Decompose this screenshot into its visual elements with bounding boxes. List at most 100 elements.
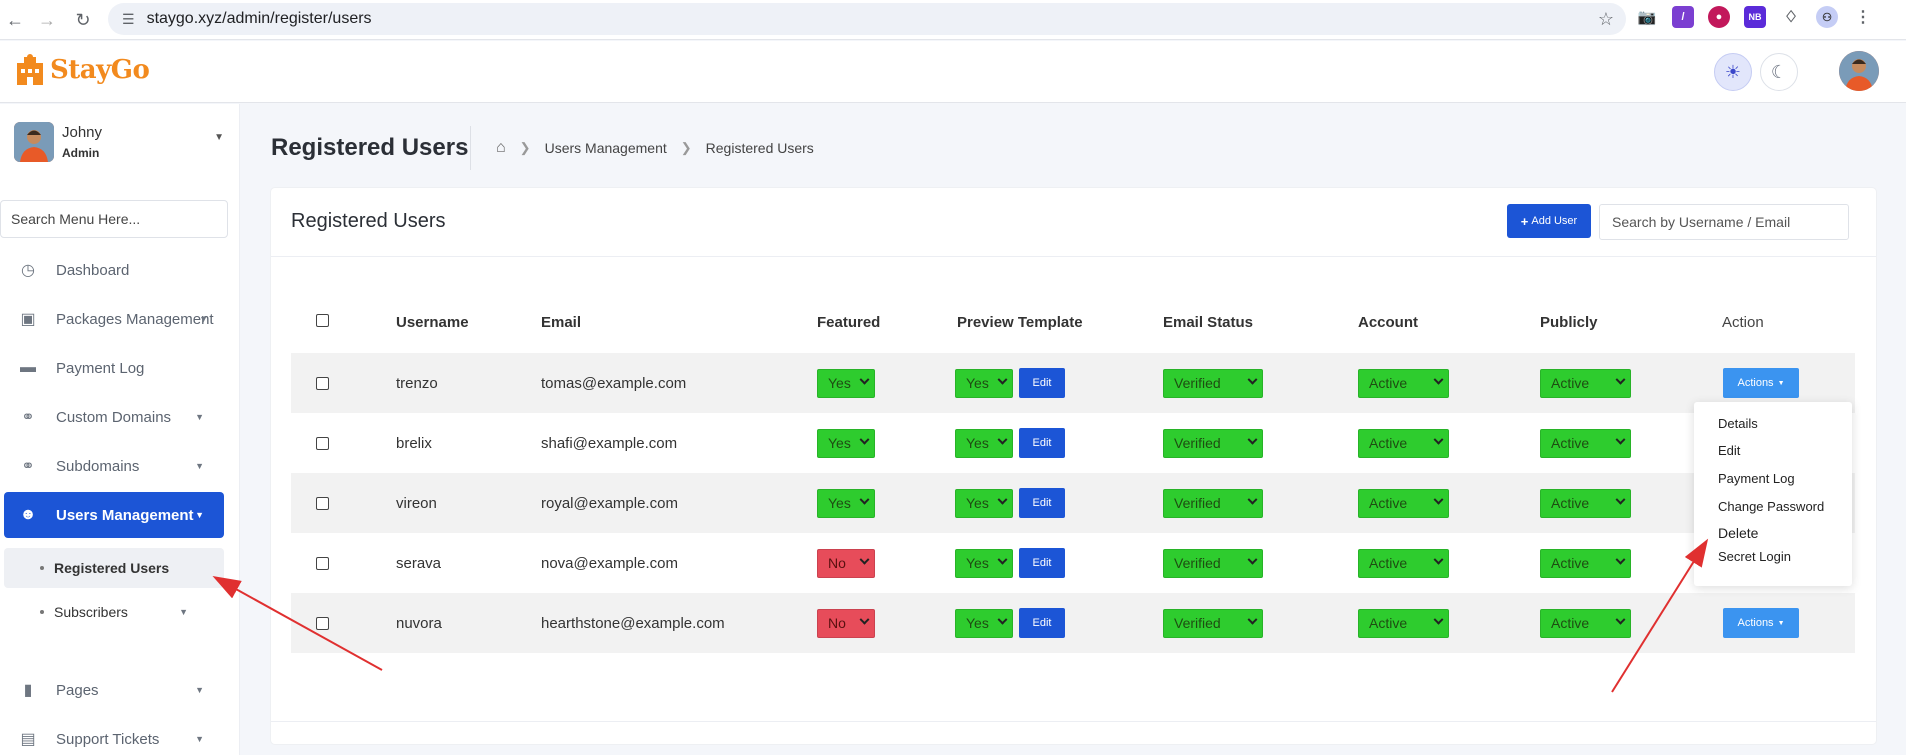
forward-icon[interactable]: → <box>32 5 62 35</box>
email-cell: royal@example.com <box>541 494 678 512</box>
logo[interactable]: StayGo <box>14 53 150 87</box>
reload-icon[interactable]: ↻ <box>68 5 98 35</box>
header-avatar[interactable] <box>1839 51 1879 91</box>
chevron-down-icon <box>859 554 870 565</box>
email-status-select[interactable]: Verified <box>1163 428 1263 458</box>
sidebar-subitem-registered-users[interactable]: Registered Users <box>4 548 224 588</box>
logo-icon <box>17 54 43 85</box>
menu-item-edit[interactable]: Edit <box>1718 443 1740 458</box>
address-bar[interactable]: ☰ staygo.xyz/admin/register/users ☆ <box>108 3 1626 35</box>
account-select[interactable]: Active <box>1358 428 1449 458</box>
email-status-select[interactable]: Verified <box>1163 548 1263 578</box>
add-user-button[interactable]: + Add User <box>1507 204 1591 238</box>
account-select[interactable]: Active <box>1358 608 1449 638</box>
featured-select[interactable]: Yes <box>817 488 875 518</box>
preview-select[interactable]: Yes <box>955 548 1013 578</box>
actions-button[interactable]: Actions ▼ <box>1723 608 1799 638</box>
email-status-select[interactable]: Verified <box>1163 608 1263 638</box>
sidebar-subitem-subscribers[interactable]: Subscribers ▼ <box>4 592 224 632</box>
more-vert-icon[interactable]: ⋮ <box>1852 6 1874 28</box>
account-select[interactable]: Active <box>1358 488 1449 518</box>
divider <box>271 256 1876 257</box>
sidebar-item-custom-domains[interactable]: ⚭ Custom Domains ▼ <box>4 395 224 439</box>
sidebar-item-subdomains[interactable]: ⚭ Subdomains ▼ <box>4 444 224 488</box>
account-select[interactable]: Active <box>1358 548 1449 578</box>
sidebar-item-packages[interactable]: ▣ Packages Management ▼ <box>4 297 224 341</box>
menu-item-change-password[interactable]: Change Password <box>1718 499 1824 514</box>
actions-label: Actions <box>1737 377 1774 389</box>
color-extension-icon[interactable]: ● <box>1708 6 1730 28</box>
email-cell: tomas@example.com <box>541 374 687 392</box>
puzzle-icon[interactable]: ♢ <box>1780 6 1802 28</box>
featured-select[interactable]: Yes <box>817 368 875 398</box>
publicly-select[interactable]: Active <box>1540 488 1631 518</box>
edit-template-button[interactable]: Edit <box>1019 488 1065 518</box>
featured-select[interactable]: Yes <box>817 428 875 458</box>
featured-select[interactable]: No <box>817 548 875 578</box>
menu-item-secret-login[interactable]: Secret Login <box>1718 549 1791 564</box>
light-theme-button[interactable]: ☀ <box>1714 53 1752 91</box>
row-checkbox[interactable] <box>316 436 329 450</box>
user-search-input[interactable] <box>1599 204 1849 240</box>
caret-down-icon: ▼ <box>195 685 204 695</box>
dark-theme-button[interactable]: ☾ <box>1760 53 1798 91</box>
sidebar-item-dashboard[interactable]: ◷ Dashboard <box>4 248 224 292</box>
sidebar-search-input[interactable] <box>0 200 228 238</box>
profile-role: Admin <box>62 146 100 160</box>
chevron-down-icon <box>997 374 1008 385</box>
publicly-value: Active <box>1551 615 1590 631</box>
camera-icon[interactable]: 📷 <box>1636 6 1658 28</box>
preview-select[interactable]: Yes <box>955 608 1013 638</box>
header-username: Username <box>396 314 469 331</box>
header-account: Account <box>1358 314 1418 331</box>
email-status-select[interactable]: Verified <box>1163 488 1263 518</box>
preview-select[interactable]: Yes <box>955 488 1013 518</box>
chevron-down-icon <box>1247 554 1258 565</box>
sidebar-item-users-management[interactable]: ☻ Users Management ▼ <box>4 492 224 538</box>
chevron-down-icon <box>859 434 870 445</box>
site-settings-icon[interactable]: ☰ <box>122 11 135 28</box>
back-icon[interactable]: ← <box>0 5 30 35</box>
pen-extension-icon[interactable]: / <box>1672 6 1694 28</box>
bookmark-star-icon[interactable]: ☆ <box>1598 9 1614 30</box>
edit-template-button[interactable]: Edit <box>1019 428 1065 458</box>
sidebar-item-payment-log[interactable]: ▬ Payment Log <box>4 346 224 390</box>
preview-select[interactable]: Yes <box>955 368 1013 398</box>
publicly-select[interactable]: Active <box>1540 548 1631 578</box>
publicly-select[interactable]: Active <box>1540 368 1631 398</box>
menu-item-details[interactable]: Details <box>1718 416 1758 431</box>
menu-item-payment-log[interactable]: Payment Log <box>1718 471 1795 486</box>
select-all-checkbox[interactable] <box>316 314 329 327</box>
edit-template-button[interactable]: Edit <box>1019 368 1065 398</box>
publicly-select[interactable]: Active <box>1540 608 1631 638</box>
link-icon: ⚭ <box>21 409 35 426</box>
caret-down-icon: ▼ <box>1777 379 1785 387</box>
sidebar-profile[interactable]: Johny Admin ▼ <box>14 122 224 166</box>
edit-template-button[interactable]: Edit <box>1019 548 1065 578</box>
nb-extension-icon[interactable]: NB <box>1744 6 1766 28</box>
caret-down-icon[interactable]: ▼ <box>214 132 224 143</box>
card-title: Registered Users <box>291 210 446 232</box>
sidebar-item-support-tickets[interactable]: ▤ Support Tickets ▼ <box>4 717 224 755</box>
sidebar-item-pages[interactable]: ▮ Pages ▼ <box>4 668 224 712</box>
chevron-down-icon <box>1247 614 1258 625</box>
account-select[interactable]: Active <box>1358 368 1449 398</box>
browser-toolbar: ← → ↻ ☰ staygo.xyz/admin/register/users … <box>0 0 1906 40</box>
menu-item-delete[interactable]: Delete <box>1718 525 1758 541</box>
row-checkbox[interactable] <box>316 496 329 510</box>
chevron-down-icon <box>1433 494 1444 505</box>
actions-button[interactable]: Actions ▼ <box>1723 368 1799 398</box>
edit-template-button[interactable]: Edit <box>1019 608 1065 638</box>
username-cell: brelix <box>396 434 432 452</box>
row-checkbox[interactable] <box>316 556 329 570</box>
featured-select[interactable]: No <box>817 608 875 638</box>
publicly-select[interactable]: Active <box>1540 428 1631 458</box>
home-icon[interactable]: ⌂ <box>496 139 506 157</box>
breadcrumb-item[interactable]: Users Management <box>545 140 667 156</box>
preview-select[interactable]: Yes <box>955 428 1013 458</box>
header-email: Email <box>541 314 582 331</box>
row-checkbox[interactable] <box>316 616 329 630</box>
row-checkbox[interactable] <box>316 376 329 390</box>
profile-icon[interactable]: ⚇ <box>1816 6 1838 28</box>
email-status-select[interactable]: Verified <box>1163 368 1263 398</box>
